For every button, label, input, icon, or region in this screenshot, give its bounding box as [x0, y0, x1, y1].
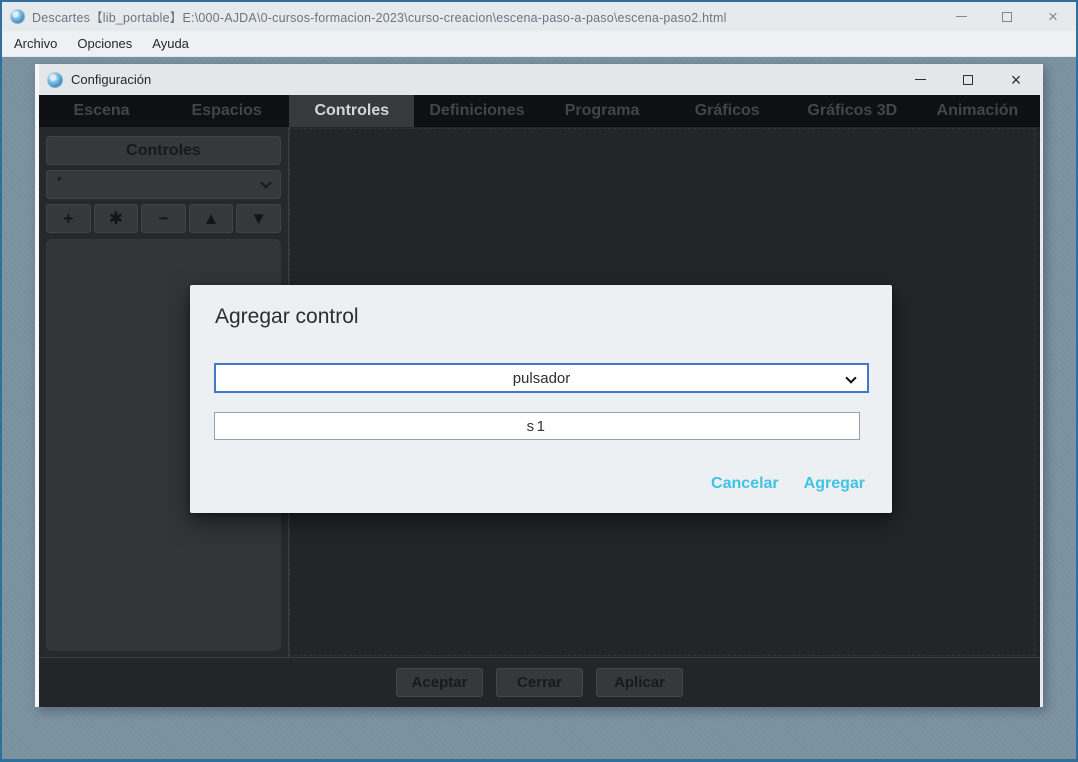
maximize-icon[interactable]	[944, 64, 992, 95]
duplicate-control-button[interactable]: ✱	[94, 204, 139, 233]
main-titlebar: Descartes【lib_portable】E:\000-AJDA\0-cur…	[2, 2, 1076, 31]
config-window-title: Configuración	[71, 72, 151, 87]
tab-escena[interactable]: Escena	[39, 95, 164, 127]
aplicar-button[interactable]: Aplicar	[596, 668, 683, 697]
menu-archivo[interactable]: Archivo	[4, 31, 67, 56]
tab-animacion[interactable]: Animación	[915, 95, 1040, 127]
tab-programa[interactable]: Programa	[540, 95, 665, 127]
main-window-controls: ×	[938, 2, 1076, 31]
close-icon[interactable]: ×	[1030, 2, 1076, 31]
minimize-icon[interactable]	[896, 64, 944, 95]
descartes-logo-icon	[10, 9, 25, 24]
minimize-icon[interactable]	[938, 2, 984, 31]
move-down-button[interactable]: ▼	[236, 204, 281, 233]
main-window-title: Descartes【lib_portable】E:\000-AJDA\0-cur…	[32, 7, 727, 26]
controls-toolbar: + ✱ − ▲ ▼	[46, 204, 281, 233]
aceptar-button[interactable]: Aceptar	[396, 668, 483, 697]
controls-panel-header: Controles	[46, 136, 281, 165]
control-name-input[interactable]	[214, 412, 860, 440]
cancelar-button[interactable]: Cancelar	[711, 475, 779, 493]
control-type-value: pulsador	[513, 370, 571, 387]
config-titlebar: Configuración ×	[39, 64, 1040, 95]
add-control-button[interactable]: +	[46, 204, 91, 233]
chevron-down-icon	[260, 177, 271, 188]
move-up-button[interactable]: ▲	[189, 204, 234, 233]
config-footer: Aceptar Cerrar Aplicar	[39, 657, 1040, 707]
main-window: Descartes【lib_portable】E:\000-AJDA\0-cur…	[0, 0, 1078, 762]
dialog-actions: Cancelar Agregar	[711, 475, 865, 493]
menu-ayuda[interactable]: Ayuda	[142, 31, 199, 56]
config-tabbar: Escena Espacios Controles Definiciones P…	[39, 95, 1040, 127]
maximize-icon[interactable]	[984, 2, 1030, 31]
config-window-controls: ×	[896, 64, 1040, 95]
tab-graficos[interactable]: Gráficos	[665, 95, 790, 127]
close-icon[interactable]: ×	[992, 64, 1040, 95]
dialog-title: Agregar control	[215, 305, 359, 329]
cerrar-button[interactable]: Cerrar	[496, 668, 583, 697]
descartes-logo-icon	[47, 72, 63, 88]
agregar-button[interactable]: Agregar	[804, 475, 865, 493]
control-type-select[interactable]: pulsador	[214, 363, 869, 393]
tab-espacios[interactable]: Espacios	[164, 95, 289, 127]
chevron-down-icon	[845, 372, 856, 383]
menu-opciones[interactable]: Opciones	[67, 31, 142, 56]
remove-control-button[interactable]: −	[141, 204, 186, 233]
menubar: Archivo Opciones Ayuda	[2, 31, 1076, 57]
tab-graficos-3d[interactable]: Gráficos 3D	[790, 95, 915, 127]
control-filter-value: *	[57, 171, 62, 188]
control-filter-select[interactable]: *	[46, 170, 281, 199]
tab-definiciones[interactable]: Definiciones	[414, 95, 539, 127]
tab-controles[interactable]: Controles	[289, 95, 414, 127]
agregar-control-dialog: Agregar control pulsador Cancelar Agrega…	[190, 285, 892, 513]
